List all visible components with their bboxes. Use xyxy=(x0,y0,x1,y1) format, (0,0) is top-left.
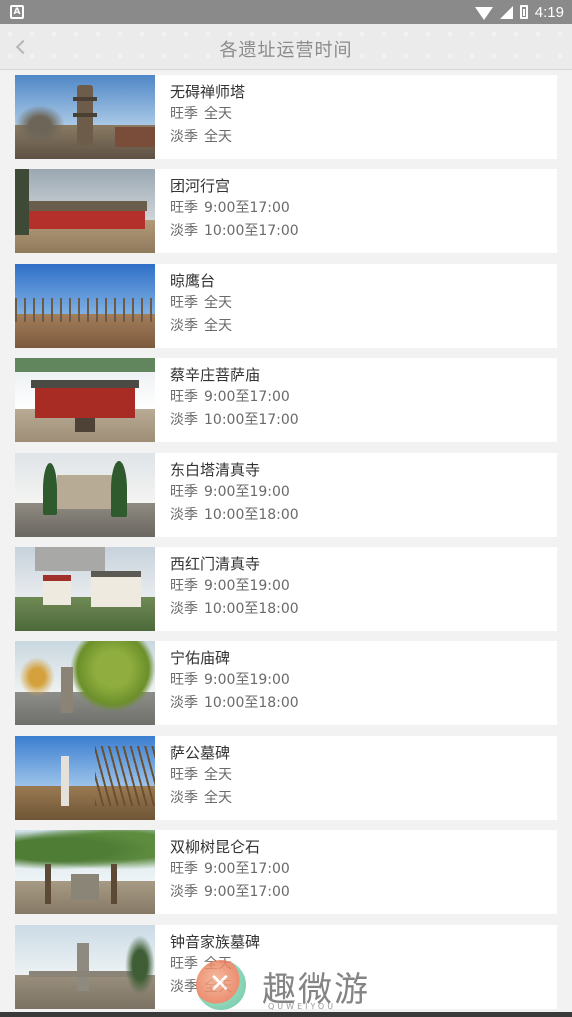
wifi-icon xyxy=(474,6,493,20)
list-item[interactable]: 蔡辛庄菩萨庙 旺季 9:00至17:00 淡季 10:00至17:00 xyxy=(15,358,557,443)
site-photo xyxy=(15,263,155,348)
site-photo xyxy=(15,546,155,631)
peak-label: 旺季 xyxy=(170,861,198,878)
nav-bar: 各遗址运营时间 xyxy=(0,24,572,70)
peak-hours: 9:00至17:00 xyxy=(204,200,290,217)
site-hours: 旺季 9:00至17:00 淡季 10:00至17:00 xyxy=(170,197,557,243)
site-hours: 旺季全天 淡季全天 xyxy=(170,103,557,149)
peak-hours: 9:00至17:00 xyxy=(204,861,290,878)
site-name: 东白塔清真寺 xyxy=(170,460,261,479)
peak-hours: 9:00至19:00 xyxy=(204,577,290,594)
peak-hours: 9:00至19:00 xyxy=(204,672,290,689)
list-item[interactable]: 萨公墓碑 旺季 全天 淡季 全天 xyxy=(15,735,557,820)
off-label: 淡季 xyxy=(170,317,198,334)
site-photo xyxy=(15,169,155,254)
off-hours: 10:00至17:00 xyxy=(204,412,299,429)
list-item[interactable]: 双柳树昆仑石 旺季 9:00至17:00 淡季 9:00至17:00 xyxy=(15,830,557,915)
peak-label: 旺季 xyxy=(170,106,198,122)
off-label: 淡季 xyxy=(170,223,198,240)
peak-label: 旺季 xyxy=(170,577,198,594)
peak-label: 旺季 xyxy=(170,955,198,972)
peak-label: 旺季 xyxy=(170,294,198,311)
site-name: 双柳树昆仑石 xyxy=(170,838,261,857)
site-photo xyxy=(15,358,155,443)
site-name: 晾鹰台 xyxy=(170,271,216,290)
off-label: 淡季 xyxy=(170,600,198,617)
off-hours: 9:00至17:00 xyxy=(204,884,290,901)
status-bar: A 4:19 xyxy=(0,0,572,24)
peak-hours: 全天 xyxy=(204,294,232,311)
list-item[interactable]: 无碍禅师塔 旺季 全天 淡季 全天 xyxy=(15,75,557,159)
off-label: 淡季 xyxy=(170,884,198,901)
off-label: 淡季 xyxy=(170,506,198,523)
site-name: 萨公墓碑 xyxy=(170,743,231,762)
off-hours: 10:00至18:00 xyxy=(204,695,299,712)
off-label: 淡季 xyxy=(170,978,198,995)
site-hours: 旺季全天 淡季全天 xyxy=(170,292,557,338)
site-name: 钟音家族墓碑 xyxy=(170,932,261,951)
list-item[interactable]: 团河行宫 旺季 9:00至17:00 淡季 10:00至17:00 xyxy=(15,169,557,254)
site-photo xyxy=(15,75,155,159)
peak-hours: 全天 xyxy=(204,766,232,783)
off-hours: 全天 xyxy=(204,129,232,145)
peak-label: 旺季 xyxy=(170,766,198,783)
peak-label: 旺季 xyxy=(170,483,198,500)
peak-hours: 全天 xyxy=(204,106,232,122)
site-name: 西红门清真寺 xyxy=(170,554,261,573)
site-hours: 旺季全天 淡季全天 xyxy=(170,764,557,810)
list-item[interactable]: 西红门清真寺 旺季 9:00至19:00 淡季 10:00至18:00 xyxy=(15,546,557,631)
off-hours: 10:00至18:00 xyxy=(204,600,299,617)
peak-label: 旺季 xyxy=(170,200,198,217)
site-hours: 旺季 9:00至19:00 淡季 10:00至18:00 xyxy=(170,575,557,621)
off-hours: 10:00至18:00 xyxy=(204,506,299,523)
site-photo xyxy=(15,924,155,1009)
site-photo xyxy=(15,830,155,915)
signal-icon xyxy=(499,5,513,19)
site-hours: 旺季 9:00至17:00 淡季 10:00至17:00 xyxy=(170,386,557,432)
battery-icon xyxy=(519,5,528,19)
off-hours: 全天 xyxy=(204,789,232,806)
peak-label: 旺季 xyxy=(170,672,198,689)
peak-hours: 9:00至19:00 xyxy=(204,483,290,500)
site-list: 无碍禅师塔 旺季 全天 淡季 全天 团河行宫 旺季 9:00至17:00 淡季 10:0… xyxy=(15,75,557,1017)
brand-logo-icon xyxy=(196,960,246,1010)
page-title: 各遗址运营时间 xyxy=(219,40,353,61)
off-hours: 10:00至17:00 xyxy=(204,223,299,240)
watermark: 趣微游 QUWEIYOU xyxy=(196,960,386,1012)
off-hours: 全天 xyxy=(204,317,232,334)
bottom-edge xyxy=(0,1012,572,1017)
site-name: 宁佑庙碑 xyxy=(170,649,231,668)
off-label: 淡季 xyxy=(170,129,198,145)
off-label: 淡季 xyxy=(170,412,198,429)
status-time: 4:19 xyxy=(534,3,564,21)
site-name: 团河行宫 xyxy=(170,177,231,196)
site-photo xyxy=(15,735,155,820)
site-name: 蔡辛庄菩萨庙 xyxy=(170,366,261,385)
list-item[interactable]: 东白塔清真寺 旺季 9:00至19:00 淡季 10:00至18:00 xyxy=(15,452,557,537)
site-photo xyxy=(15,452,155,537)
site-name: 无碍禅师塔 xyxy=(170,83,246,101)
site-photo xyxy=(15,641,155,726)
site-hours: 旺季 9:00至19:00 淡季 10:00至18:00 xyxy=(170,481,557,527)
watermark-subtext: QUWEIYOU xyxy=(268,1002,337,1011)
status-icons: 4:19 xyxy=(474,2,564,22)
off-label: 淡季 xyxy=(170,789,198,806)
off-label: 淡季 xyxy=(170,695,198,712)
list-item[interactable]: 宁佑庙碑 旺季 9:00至19:00 淡季 10:00至18:00 xyxy=(15,641,557,726)
peak-label: 旺季 xyxy=(170,389,198,406)
peak-hours: 9:00至17:00 xyxy=(204,389,290,406)
list-item[interactable]: 晾鹰台 旺季 全天 淡季 全天 xyxy=(15,263,557,348)
site-hours: 旺季 9:00至19:00 淡季 10:00至18:00 xyxy=(170,669,557,715)
site-hours: 旺季 9:00至17:00 淡季 9:00至17:00 xyxy=(170,858,557,904)
notification-icon: A xyxy=(10,5,24,19)
